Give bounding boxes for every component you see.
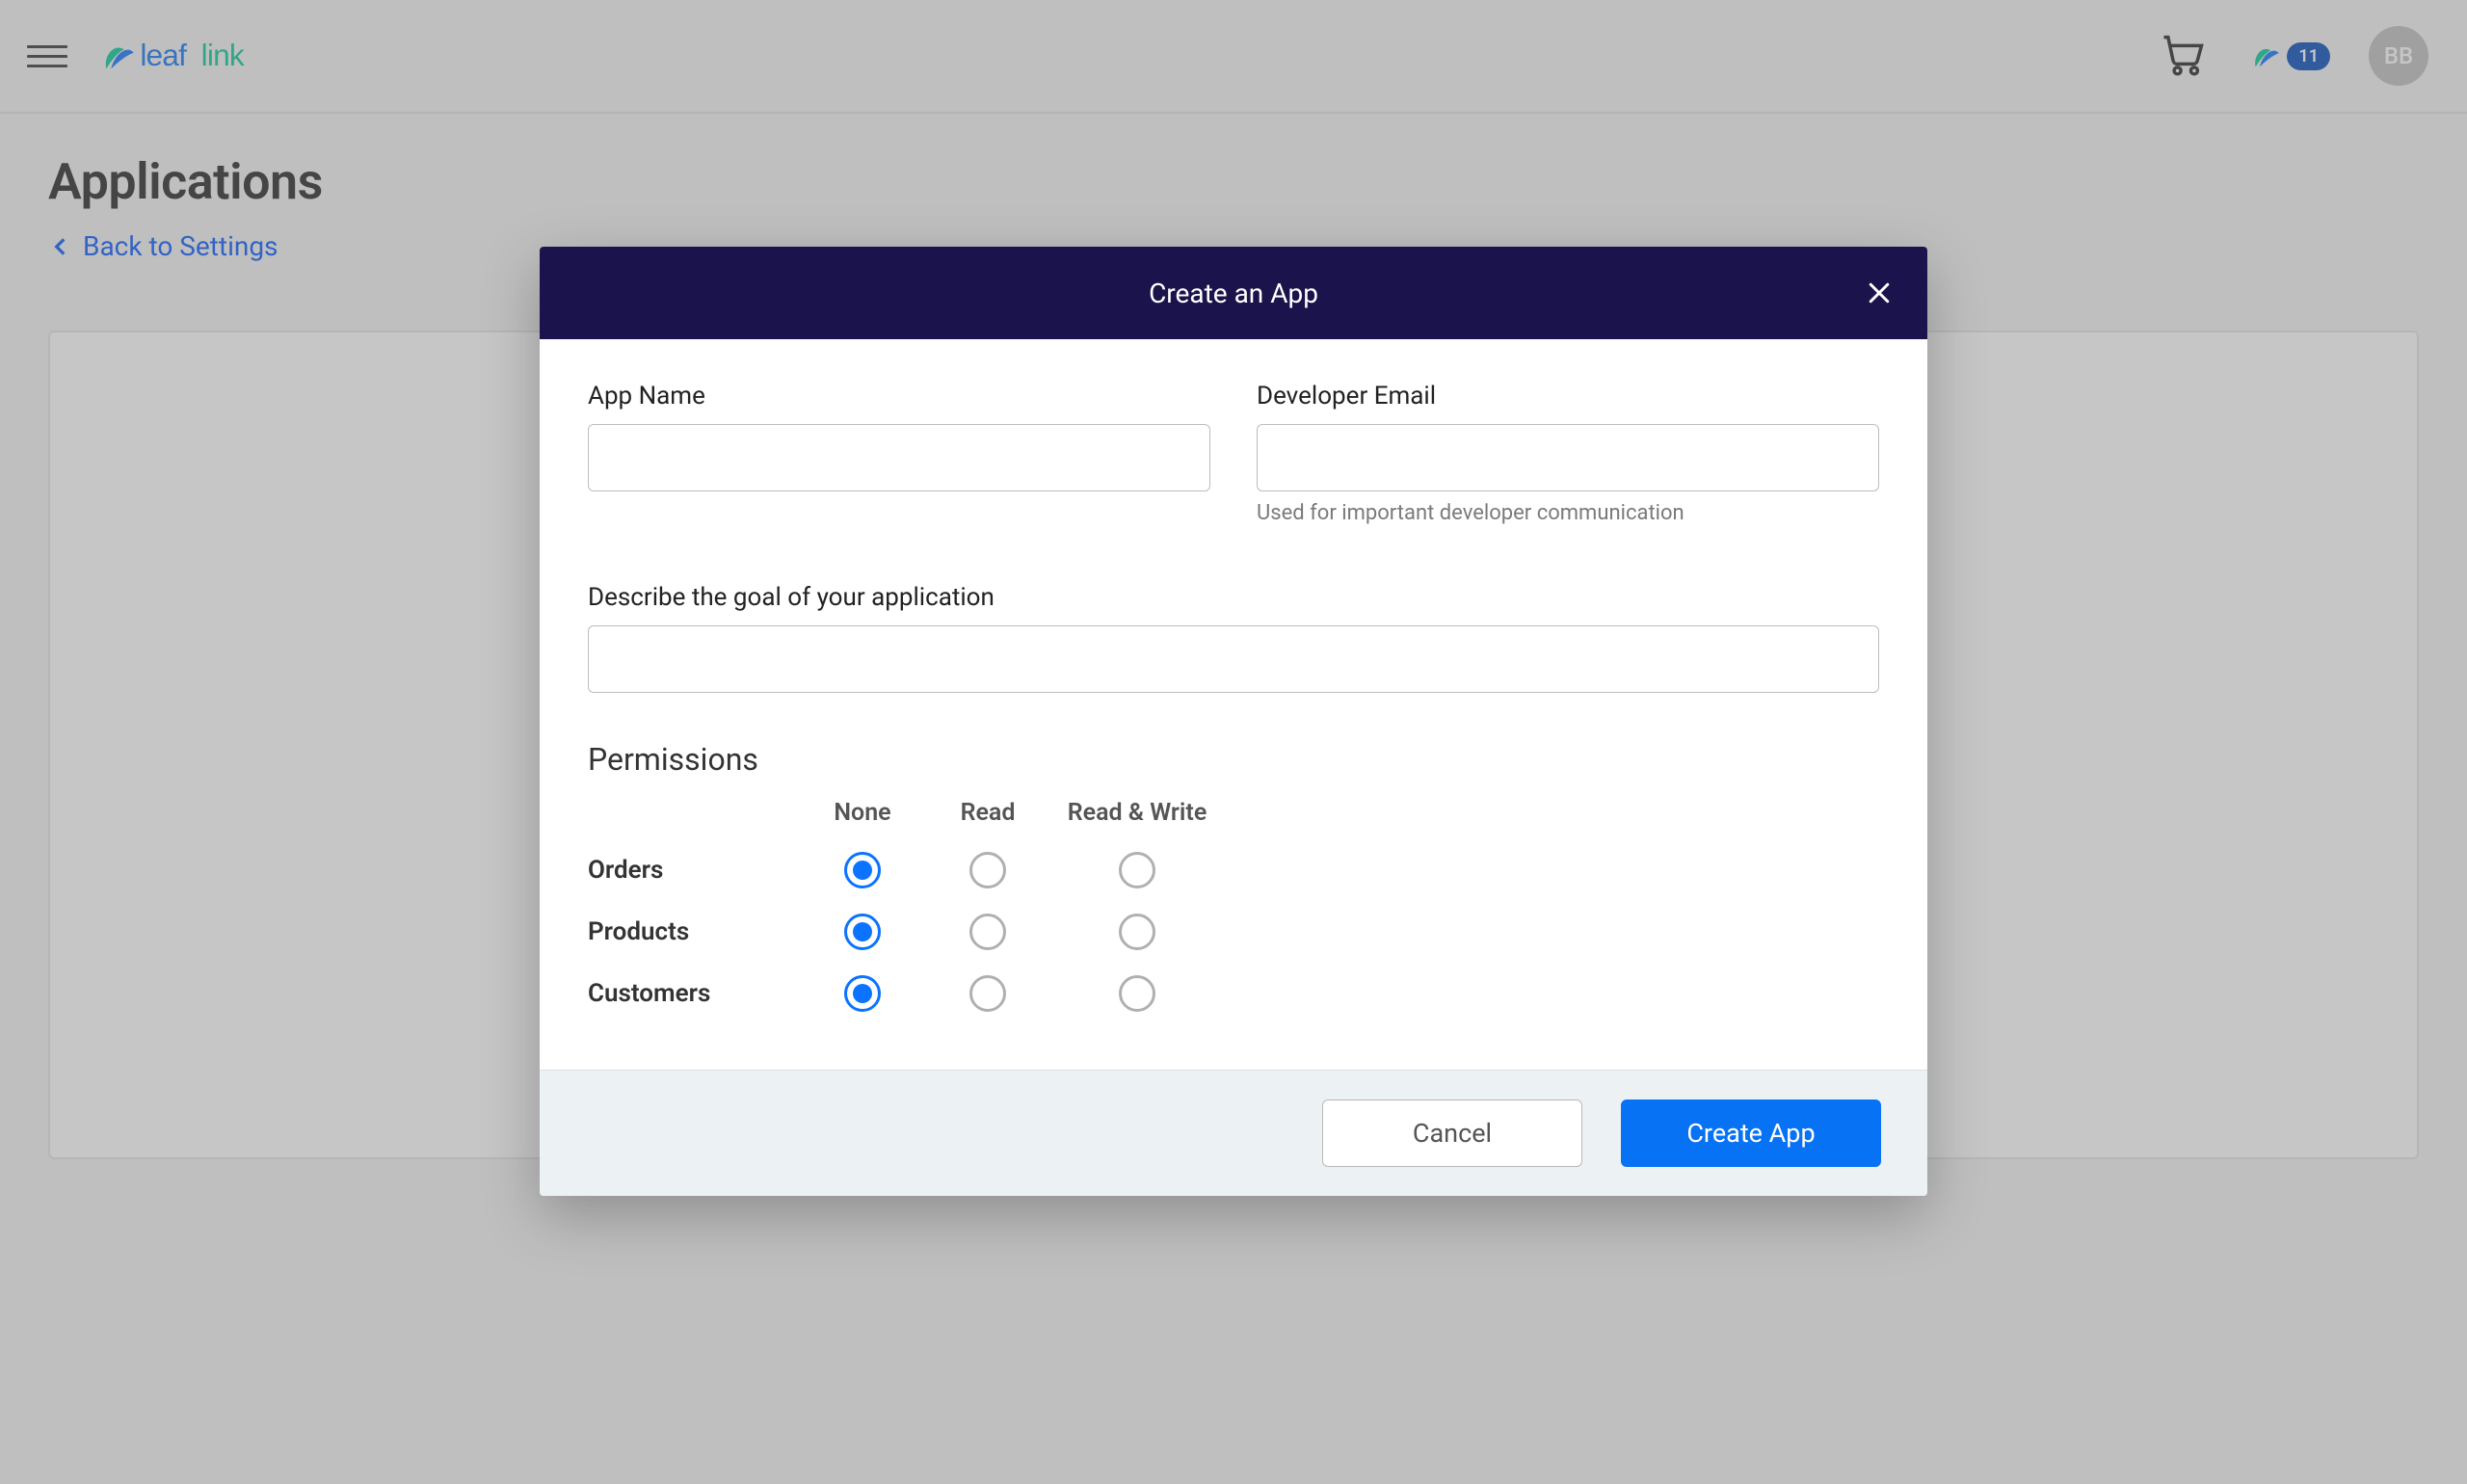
goal-input[interactable] bbox=[588, 625, 1879, 693]
radio-products-readwrite[interactable] bbox=[1119, 914, 1155, 950]
perm-col-read: Read bbox=[925, 799, 1050, 827]
modal-footer: Cancel Create App bbox=[540, 1070, 1927, 1196]
create-app-button-label: Create App bbox=[1686, 1118, 1815, 1149]
create-app-modal: Create an App App Name Developer Email U… bbox=[540, 247, 1927, 1196]
perm-row-customers: Customers bbox=[588, 979, 800, 1008]
perm-row-products: Products bbox=[588, 917, 800, 946]
app-name-label: App Name bbox=[588, 382, 1210, 411]
developer-email-input[interactable] bbox=[1257, 424, 1879, 491]
app-name-input[interactable] bbox=[588, 424, 1210, 491]
developer-email-label: Developer Email bbox=[1257, 382, 1879, 411]
radio-customers-readwrite[interactable] bbox=[1119, 975, 1155, 1012]
modal-title: Create an App bbox=[1149, 278, 1318, 309]
cancel-button-label: Cancel bbox=[1413, 1118, 1492, 1149]
modal-overlay: Create an App App Name Developer Email U… bbox=[0, 0, 2467, 1484]
radio-orders-read[interactable] bbox=[969, 852, 1006, 888]
perm-col-none: None bbox=[800, 799, 925, 827]
permissions-title: Permissions bbox=[588, 741, 1879, 778]
radio-orders-none[interactable] bbox=[844, 852, 881, 888]
radio-customers-none[interactable] bbox=[844, 975, 881, 1012]
close-icon[interactable] bbox=[1860, 274, 1898, 312]
radio-products-none[interactable] bbox=[844, 914, 881, 950]
developer-email-help: Used for important developer communicati… bbox=[1257, 501, 1879, 525]
modal-header: Create an App bbox=[540, 247, 1927, 339]
create-app-button[interactable]: Create App bbox=[1621, 1100, 1881, 1167]
permissions-section: Permissions None Read Read & Write Order… bbox=[588, 741, 1879, 1012]
perm-row-orders: Orders bbox=[588, 856, 800, 885]
modal-body: App Name Developer Email Used for import… bbox=[540, 339, 1927, 1070]
perm-col-readwrite: Read & Write bbox=[1050, 799, 1224, 827]
goal-label: Describe the goal of your application bbox=[588, 583, 1879, 612]
radio-products-read[interactable] bbox=[969, 914, 1006, 950]
radio-customers-read[interactable] bbox=[969, 975, 1006, 1012]
cancel-button[interactable]: Cancel bbox=[1322, 1100, 1582, 1167]
radio-orders-readwrite[interactable] bbox=[1119, 852, 1155, 888]
